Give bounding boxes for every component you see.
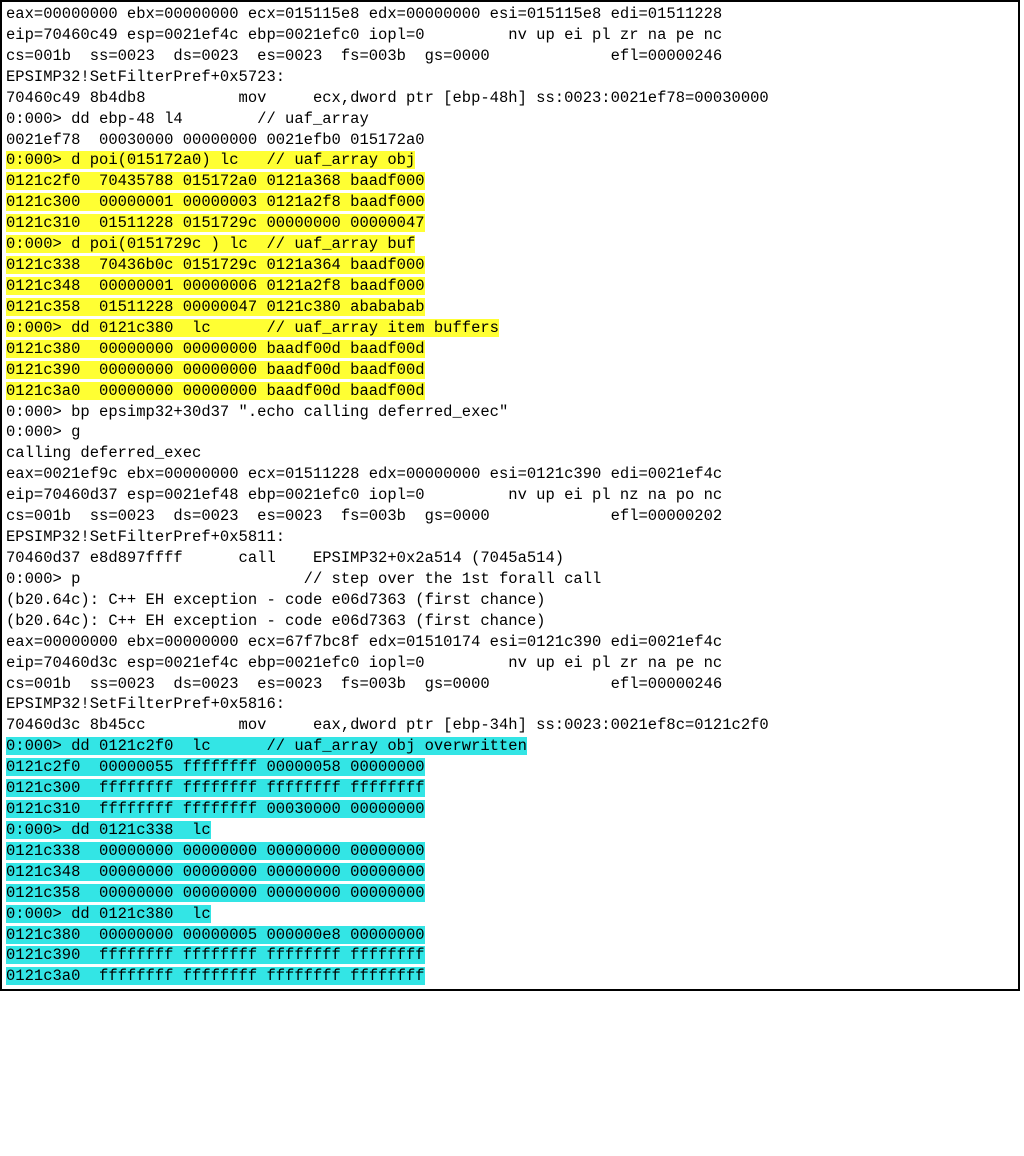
debug-line: 0121c338 70436b0c 0151729c 0121a364 baad… <box>6 255 1014 276</box>
highlight-yellow: 0121c380 00000000 00000000 baadf00d baad… <box>6 340 425 358</box>
debug-line: 0121c358 01511228 00000047 0121c380 abab… <box>6 297 1014 318</box>
highlight-cyan: 0121c310 ffffffff ffffffff 00030000 0000… <box>6 800 425 818</box>
debug-line: eax=0021ef9c ebx=00000000 ecx=01511228 e… <box>6 464 1014 485</box>
debug-line: eip=70460c49 esp=0021ef4c ebp=0021efc0 i… <box>6 25 1014 46</box>
debug-line: 0121c390 00000000 00000000 baadf00d baad… <box>6 360 1014 381</box>
highlight-yellow: 0121c390 00000000 00000000 baadf00d baad… <box>6 361 425 379</box>
debug-line: EPSIMP32!SetFilterPref+0x5816: <box>6 694 1014 715</box>
debug-line: 0:000> dd 0121c2f0 lc // uaf_array obj o… <box>6 736 1014 757</box>
highlight-yellow: 0:000> dd 0121c380 lc // uaf_array item … <box>6 319 499 337</box>
debug-line: 0121c358 00000000 00000000 00000000 0000… <box>6 883 1014 904</box>
debug-line: cs=001b ss=0023 ds=0023 es=0023 fs=003b … <box>6 46 1014 67</box>
debug-line: 70460d3c 8b45cc mov eax,dword ptr [ebp-3… <box>6 715 1014 736</box>
highlight-yellow: 0121c310 01511228 0151729c 00000000 0000… <box>6 214 425 232</box>
debug-line: 0121c3a0 00000000 00000000 baadf00d baad… <box>6 381 1014 402</box>
debug-line: 0121c300 ffffffff ffffffff ffffffff ffff… <box>6 778 1014 799</box>
highlight-yellow: 0121c358 01511228 00000047 0121c380 abab… <box>6 298 425 316</box>
debug-line: 0121c2f0 00000055 ffffffff 00000058 0000… <box>6 757 1014 778</box>
debug-line: (b20.64c): C++ EH exception - code e06d7… <box>6 590 1014 611</box>
debug-line: eip=70460d37 esp=0021ef48 ebp=0021efc0 i… <box>6 485 1014 506</box>
debug-line: 0:000> bp epsimp32+30d37 ".echo calling … <box>6 402 1014 423</box>
debug-line: eip=70460d3c esp=0021ef4c ebp=0021efc0 i… <box>6 653 1014 674</box>
debug-line: cs=001b ss=0023 ds=0023 es=0023 fs=003b … <box>6 674 1014 695</box>
debug-line: 0121c348 00000000 00000000 00000000 0000… <box>6 862 1014 883</box>
debug-line: 0121c310 01511228 0151729c 00000000 0000… <box>6 213 1014 234</box>
highlight-cyan: 0121c300 ffffffff ffffffff ffffffff ffff… <box>6 779 425 797</box>
highlight-cyan: 0121c348 00000000 00000000 00000000 0000… <box>6 863 425 881</box>
debug-line: 70460d37 e8d897ffff call EPSIMP32+0x2a51… <box>6 548 1014 569</box>
debug-line: 0:000> dd 0121c338 lc <box>6 820 1014 841</box>
highlight-cyan: 0:000> dd 0121c2f0 lc // uaf_array obj o… <box>6 737 527 755</box>
highlight-cyan: 0121c3a0 ffffffff ffffffff ffffffff ffff… <box>6 967 425 985</box>
debug-line: EPSIMP32!SetFilterPref+0x5723: <box>6 67 1014 88</box>
debug-line: 0121c310 ffffffff ffffffff 00030000 0000… <box>6 799 1014 820</box>
debug-line: 0121c390 ffffffff ffffffff ffffffff ffff… <box>6 945 1014 966</box>
debug-line: 0121c300 00000001 00000003 0121a2f8 baad… <box>6 192 1014 213</box>
highlight-yellow: 0121c300 00000001 00000003 0121a2f8 baad… <box>6 193 425 211</box>
highlight-cyan: 0121c380 00000000 00000005 000000e8 0000… <box>6 926 425 944</box>
debug-line: 0121c380 00000000 00000005 000000e8 0000… <box>6 925 1014 946</box>
highlight-cyan: 0121c338 00000000 00000000 00000000 0000… <box>6 842 425 860</box>
debug-line: 0121c380 00000000 00000000 baadf00d baad… <box>6 339 1014 360</box>
highlight-cyan: 0121c358 00000000 00000000 00000000 0000… <box>6 884 425 902</box>
debug-line: 0121c2f0 70435788 015172a0 0121a368 baad… <box>6 171 1014 192</box>
highlight-cyan: 0:000> dd 0121c338 lc <box>6 821 211 839</box>
debug-line: 0:000> dd 0121c380 lc <box>6 904 1014 925</box>
debug-line: 0:000> d poi(0151729c ) lc // uaf_array … <box>6 234 1014 255</box>
debug-line: eax=00000000 ebx=00000000 ecx=015115e8 e… <box>6 4 1014 25</box>
debug-line: 0021ef78 00030000 00000000 0021efb0 0151… <box>6 130 1014 151</box>
highlight-yellow: 0121c3a0 00000000 00000000 baadf00d baad… <box>6 382 425 400</box>
debug-line: 0:000> dd 0121c380 lc // uaf_array item … <box>6 318 1014 339</box>
debug-line: (b20.64c): C++ EH exception - code e06d7… <box>6 611 1014 632</box>
debug-line: 0121c348 00000001 00000006 0121a2f8 baad… <box>6 276 1014 297</box>
debug-line: EPSIMP32!SetFilterPref+0x5811: <box>6 527 1014 548</box>
debug-line: calling deferred_exec <box>6 443 1014 464</box>
debug-line: 0:000> g <box>6 422 1014 443</box>
debug-line: 0:000> p // step over the 1st forall cal… <box>6 569 1014 590</box>
highlight-yellow: 0121c338 70436b0c 0151729c 0121a364 baad… <box>6 256 425 274</box>
debugger-output: eax=00000000 ebx=00000000 ecx=015115e8 e… <box>0 0 1020 991</box>
highlight-yellow: 0121c2f0 70435788 015172a0 0121a368 baad… <box>6 172 425 190</box>
highlight-yellow: 0:000> d poi(0151729c ) lc // uaf_array … <box>6 235 415 253</box>
debug-line: 0121c3a0 ffffffff ffffffff ffffffff ffff… <box>6 966 1014 987</box>
debug-line: 0:000> dd ebp-48 l4 // uaf_array <box>6 109 1014 130</box>
debug-line: cs=001b ss=0023 ds=0023 es=0023 fs=003b … <box>6 506 1014 527</box>
highlight-yellow: 0121c348 00000001 00000006 0121a2f8 baad… <box>6 277 425 295</box>
highlight-cyan: 0:000> dd 0121c380 lc <box>6 905 211 923</box>
debug-line: 70460c49 8b4db8 mov ecx,dword ptr [ebp-4… <box>6 88 1014 109</box>
debug-line: eax=00000000 ebx=00000000 ecx=67f7bc8f e… <box>6 632 1014 653</box>
debug-line: 0:000> d poi(015172a0) lc // uaf_array o… <box>6 150 1014 171</box>
highlight-yellow: 0:000> d poi(015172a0) lc // uaf_array o… <box>6 151 415 169</box>
highlight-cyan: 0121c2f0 00000055 ffffffff 00000058 0000… <box>6 758 425 776</box>
highlight-cyan: 0121c390 ffffffff ffffffff ffffffff ffff… <box>6 946 425 964</box>
debug-line: 0121c338 00000000 00000000 00000000 0000… <box>6 841 1014 862</box>
